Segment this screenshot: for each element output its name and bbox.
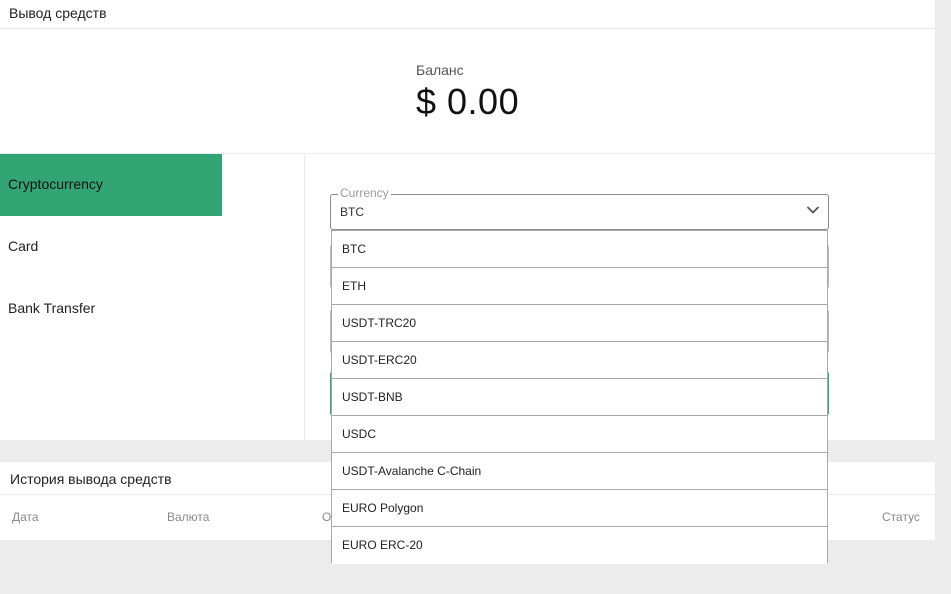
page: Вывод средств Баланс $ 0.00 Cryptocurren… bbox=[0, 0, 951, 594]
vertical-divider bbox=[304, 154, 305, 440]
currency-select[interactable]: Currency BTC bbox=[330, 186, 829, 230]
currency-option-euro-polygon[interactable]: EURO Polygon bbox=[332, 490, 827, 527]
method-cryptocurrency[interactable]: Cryptocurrency bbox=[0, 154, 222, 216]
currency-option-usdt-bnb[interactable]: USDT-BNB bbox=[332, 379, 827, 416]
currency-dropdown: BTC ETH USDT-TRC20 USDT-ERC20 USDT-BNB U… bbox=[331, 230, 828, 564]
column-header-date: Дата bbox=[12, 510, 39, 524]
balance-block: Баланс $ 0.00 bbox=[416, 62, 519, 123]
balance-label: Баланс bbox=[416, 62, 464, 78]
chevron-down-icon[interactable] bbox=[806, 203, 820, 217]
currency-selected-value: BTC bbox=[340, 205, 364, 219]
withdraw-title: Вывод средств bbox=[0, 0, 935, 29]
method-list: Cryptocurrency Card Bank Transfer bbox=[0, 154, 222, 340]
method-bank-transfer[interactable]: Bank Transfer bbox=[0, 278, 222, 340]
currency-option-usdc[interactable]: USDC bbox=[332, 416, 827, 453]
column-header-status: Статус bbox=[882, 510, 920, 524]
balance-value: $ 0.00 bbox=[416, 81, 520, 122]
column-header-partial: О bbox=[322, 510, 332, 524]
column-header-currency: Валюта bbox=[167, 510, 210, 524]
method-card[interactable]: Card bbox=[0, 216, 222, 278]
currency-label: Currency bbox=[338, 186, 391, 200]
currency-option-usdt-avalanche[interactable]: USDT-Avalanche C-Chain bbox=[332, 453, 827, 490]
currency-option-usdt-erc20[interactable]: USDT-ERC20 bbox=[332, 342, 827, 379]
currency-option-eth[interactable]: ETH bbox=[332, 268, 827, 305]
currency-option-btc[interactable]: BTC bbox=[332, 231, 827, 268]
currency-option-usdt-trc20[interactable]: USDT-TRC20 bbox=[332, 305, 827, 342]
currency-option-euro-erc20[interactable]: EURO ERC-20 bbox=[332, 527, 827, 564]
